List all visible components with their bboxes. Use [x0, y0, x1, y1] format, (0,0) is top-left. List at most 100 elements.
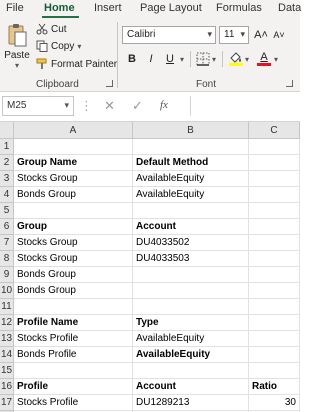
cell-b5[interactable] — [133, 203, 249, 219]
cell-c6[interactable] — [249, 219, 300, 235]
underline-button[interactable]: U — [162, 51, 178, 67]
tab-data[interactable]: Data — [278, 2, 301, 14]
cell-c2[interactable] — [249, 155, 300, 171]
font-color-button[interactable]: A — [256, 50, 272, 67]
cell-a11[interactable] — [14, 299, 133, 315]
row-header[interactable]: 14 — [0, 347, 14, 363]
name-box[interactable]: M25 ▾ — [2, 96, 74, 116]
cell-c11[interactable] — [249, 299, 300, 315]
cell-c17[interactable]: 30 — [249, 395, 300, 411]
cell-c10[interactable] — [249, 283, 300, 299]
row-header[interactable]: 9 — [0, 267, 14, 283]
cell-c14[interactable] — [249, 347, 300, 363]
row-header[interactable]: 8 — [0, 251, 14, 267]
clipboard-launcher-icon[interactable] — [106, 80, 113, 87]
column-header-c[interactable]: C — [249, 122, 300, 139]
column-header-b[interactable]: B — [133, 122, 249, 139]
copy-button[interactable]: Copy ▾ — [36, 40, 81, 52]
bold-button[interactable]: B — [124, 51, 140, 67]
cell-c3[interactable] — [249, 171, 300, 187]
cell-a17[interactable]: Stocks Profile — [14, 395, 133, 411]
cell-b14[interactable]: AvailableEquity — [133, 347, 249, 363]
cell-a10[interactable]: Bonds Group — [14, 283, 133, 299]
font-color-dropdown-icon[interactable]: ▾ — [274, 55, 278, 64]
row-header[interactable]: 2 — [0, 155, 14, 171]
font-family-select[interactable]: Calibri ▾ — [122, 26, 216, 44]
cell-b17[interactable]: DU1289213 — [133, 395, 249, 411]
cell-c13[interactable] — [249, 331, 300, 347]
cell-c4[interactable] — [249, 187, 300, 203]
cancel-icon[interactable]: ✕ — [104, 98, 115, 114]
column-header-a[interactable]: A — [14, 122, 133, 139]
cell-c16[interactable]: Ratio — [249, 379, 300, 395]
cell-a4[interactable]: Bonds Group — [14, 187, 133, 203]
cell-c12[interactable] — [249, 315, 300, 331]
row-header[interactable]: 16 — [0, 379, 14, 395]
cell-a1[interactable] — [14, 139, 133, 155]
cell-b11[interactable] — [133, 299, 249, 315]
row-header[interactable]: 11 — [0, 299, 14, 315]
cell-b8[interactable]: DU4033503 — [133, 251, 249, 267]
cell-a2[interactable]: Group Name — [14, 155, 133, 171]
row-header[interactable]: 5 — [0, 203, 14, 219]
cell-b3[interactable]: AvailableEquity — [133, 171, 249, 187]
row-header[interactable]: 10 — [0, 283, 14, 299]
italic-button[interactable]: I — [143, 51, 159, 67]
cell-b15[interactable] — [133, 363, 249, 379]
cell-b9[interactable] — [133, 267, 249, 283]
cut-button[interactable]: Cut — [36, 23, 67, 35]
cell-b2[interactable]: Default Method — [133, 155, 249, 171]
borders-dropdown-icon[interactable]: ▾ — [212, 55, 216, 64]
cell-c7[interactable] — [249, 235, 300, 251]
cell-a12[interactable]: Profile Name — [14, 315, 133, 331]
font-size-select[interactable]: 11 ▾ — [219, 26, 249, 44]
row-header[interactable]: 6 — [0, 219, 14, 235]
cell-b13[interactable]: AvailableEquity — [133, 331, 249, 347]
tab-page-layout[interactable]: Page Layout — [140, 2, 202, 14]
grow-font-button[interactable]: A˄ — [253, 27, 269, 43]
cell-a9[interactable]: Bonds Group — [14, 267, 133, 283]
fill-color-dropdown-icon[interactable]: ▾ — [245, 55, 249, 64]
cell-a3[interactable]: Stocks Group — [14, 171, 133, 187]
row-header[interactable]: 7 — [0, 235, 14, 251]
row-header[interactable]: 15 — [0, 363, 14, 379]
enter-check-icon[interactable]: ✓ — [132, 98, 143, 114]
row-header[interactable]: 12 — [0, 315, 14, 331]
row-header[interactable]: 1 — [0, 139, 14, 155]
cell-b4[interactable]: AvailableEquity — [133, 187, 249, 203]
cell-a16[interactable]: Profile — [14, 379, 133, 395]
underline-dropdown-icon[interactable]: ▾ — [180, 55, 184, 64]
cell-c9[interactable] — [249, 267, 300, 283]
paste-button[interactable]: Paste ▾ — [4, 22, 30, 70]
cell-c15[interactable] — [249, 363, 300, 379]
cell-b6[interactable]: Account — [133, 219, 249, 235]
cell-a15[interactable] — [14, 363, 133, 379]
tab-insert[interactable]: Insert — [94, 2, 122, 14]
row-header[interactable]: 4 — [0, 187, 14, 203]
cell-b7[interactable]: DU4033502 — [133, 235, 249, 251]
font-launcher-icon[interactable] — [286, 80, 293, 87]
row-header[interactable]: 3 — [0, 171, 14, 187]
cell-b10[interactable] — [133, 283, 249, 299]
cell-a7[interactable]: Stocks Group — [14, 235, 133, 251]
cell-b16[interactable]: Account — [133, 379, 249, 395]
cell-a6[interactable]: Group — [14, 219, 133, 235]
fill-color-button[interactable] — [228, 50, 244, 66]
formula-input[interactable] — [190, 96, 298, 116]
cell-a13[interactable]: Stocks Profile — [14, 331, 133, 347]
select-all-corner[interactable] — [0, 122, 14, 139]
tab-home[interactable]: Home — [44, 2, 75, 14]
cell-c1[interactable] — [249, 139, 300, 155]
tab-file[interactable]: File — [6, 2, 24, 14]
cell-a5[interactable] — [14, 203, 133, 219]
row-header[interactable]: 17 — [0, 395, 14, 411]
cell-a8[interactable]: Stocks Group — [14, 251, 133, 267]
format-painter-button[interactable]: Format Painter — [36, 58, 117, 70]
cell-b1[interactable] — [133, 139, 249, 155]
row-header[interactable]: 13 — [0, 331, 14, 347]
cell-b12[interactable]: Type — [133, 315, 249, 331]
cell-a14[interactable]: Bonds Profile — [14, 347, 133, 363]
cell-c8[interactable] — [249, 251, 300, 267]
borders-button[interactable] — [195, 51, 211, 67]
insert-function-icon[interactable]: fx — [160, 99, 168, 111]
